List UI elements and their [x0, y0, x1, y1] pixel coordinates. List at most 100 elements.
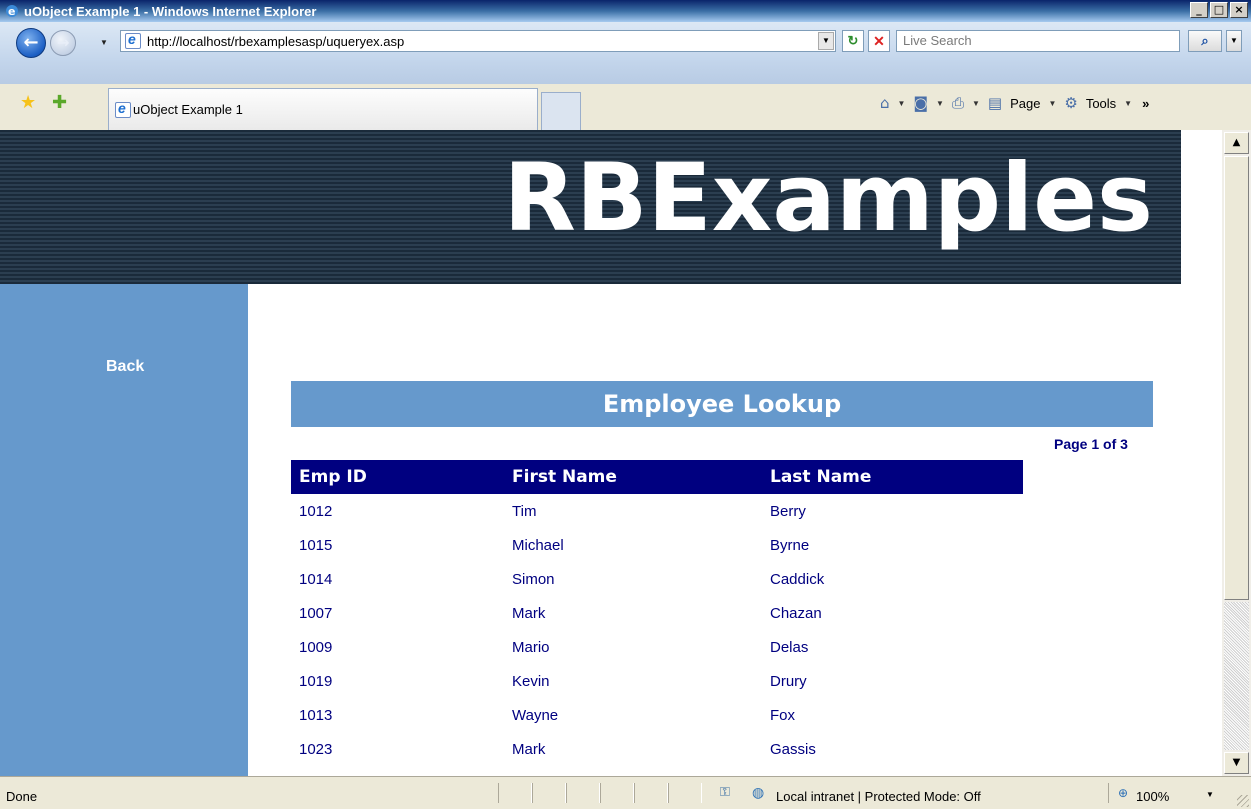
page-icon [125, 31, 141, 49]
column-header-first-name[interactable]: First Name [512, 460, 770, 494]
tab-page-icon [115, 100, 131, 118]
status-panel [566, 783, 600, 803]
cell-emp-id: 1007 [299, 604, 333, 622]
sidebar: Back [0, 284, 248, 776]
browser-window: e uObject Example 1 - Windows Internet E… [0, 0, 1251, 809]
scroll-down-button[interactable]: ▼ [1224, 752, 1249, 774]
banner-title: RBExamples [503, 144, 1153, 253]
page-menu-button[interactable]: Page [1010, 96, 1040, 111]
cell-emp-id: 1009 [299, 638, 333, 656]
scroll-track[interactable] [1224, 602, 1249, 750]
feeds-icon[interactable]: ◙ [913, 94, 928, 112]
status-panels [498, 783, 702, 803]
page-heading: Employee Lookup [291, 381, 1153, 427]
cell-emp-id: 1019 [299, 672, 333, 690]
page-menu-icon: ▤ [987, 94, 1003, 112]
table-row[interactable]: 1012 Tim Berry [291, 494, 1023, 528]
add-favorites-icon[interactable]: ✚ [52, 92, 67, 113]
status-text: Done [6, 789, 38, 804]
cell-last-name: Berry [770, 502, 806, 520]
address-text[interactable]: http://localhost/rbexamplesasp/uqueryex.… [147, 34, 404, 49]
home-dropdown-icon[interactable]: ▼ [898, 99, 906, 108]
table-row[interactable]: 1015 Michael Byrne [291, 528, 1023, 562]
site-banner: RBExamples [0, 130, 1181, 284]
intranet-globe-icon: ◍ [752, 785, 765, 801]
tab-label: uObject Example 1 [133, 102, 243, 117]
table-row[interactable]: 1023 Mark Gassis [291, 732, 1023, 766]
refresh-button[interactable]: ↻ [842, 30, 864, 52]
navigation-bar: ← → ▼ http://localhost/rbexamplesasp/uqu… [0, 22, 1251, 84]
cell-emp-id: 1012 [299, 502, 333, 520]
home-icon[interactable]: ⌂ [880, 94, 890, 112]
address-dropdown-button[interactable]: ▼ [818, 32, 834, 50]
page-dropdown-icon[interactable]: ▼ [1048, 99, 1056, 108]
table-row[interactable]: 1007 Mark Chazan [291, 596, 1023, 630]
status-panel [668, 783, 702, 803]
back-button[interactable]: ← [16, 28, 46, 58]
status-panel [600, 783, 634, 803]
scroll-thumb[interactable] [1224, 156, 1249, 600]
tab-uobject-example[interactable]: uObject Example 1 [108, 88, 538, 130]
refresh-icon: ↻ [847, 33, 859, 48]
cell-last-name: Caddick [770, 570, 825, 588]
back-link[interactable]: Back [106, 358, 144, 376]
table-header-row: Emp ID First Name Last Name [291, 460, 1023, 494]
new-tab-button[interactable] [541, 92, 581, 130]
ie-icon: e [6, 5, 18, 18]
stop-icon: ✕ [873, 33, 885, 49]
favorites-star-icon[interactable]: ★ [20, 92, 36, 113]
protected-mode-icon[interactable]: ⚿ [720, 785, 736, 801]
cell-last-name: Byrne [770, 536, 810, 554]
resize-grip[interactable] [1237, 795, 1249, 807]
forward-button[interactable]: → [50, 30, 76, 56]
table-row[interactable]: 1013 Wayne Fox [291, 698, 1023, 732]
cell-emp-id: 1014 [299, 570, 333, 588]
cell-last-name: Drury [770, 672, 807, 690]
cell-first-name: Wayne [512, 706, 559, 724]
zoom-icon[interactable]: ⊕ [1118, 786, 1128, 800]
vertical-scrollbar[interactable]: ▲ ▼ [1222, 130, 1251, 776]
close-button[interactable]: × [1230, 2, 1248, 18]
status-panel [498, 783, 532, 803]
column-header-last-name[interactable]: Last Name [770, 460, 1023, 494]
table-row[interactable]: 1009 Mario Delas [291, 630, 1023, 664]
status-divider [1108, 783, 1109, 803]
status-panel [532, 783, 566, 803]
cell-first-name: Mark [512, 604, 546, 622]
table-row[interactable]: 1019 Kevin Drury [291, 664, 1023, 698]
history-dropdown-icon[interactable]: ▼ [100, 38, 108, 47]
column-header-emp-id[interactable]: Emp ID [291, 460, 512, 494]
tools-gear-icon: ⚙ [1064, 94, 1078, 112]
forward-arrow-icon: → [56, 33, 70, 52]
address-field[interactable]: http://localhost/rbexamplesasp/uqueryex.… [120, 30, 836, 52]
search-button[interactable]: ⌕ [1188, 30, 1222, 52]
maximize-button[interactable]: □ [1210, 2, 1228, 18]
print-icon[interactable]: ⎙ [952, 94, 964, 112]
pager-text: Page 1 of 3 [1054, 436, 1128, 452]
toolbar-overflow-chevron-icon[interactable]: » [1142, 96, 1149, 111]
search-options-dropdown[interactable]: ▼ [1226, 30, 1242, 52]
back-arrow-icon: ← [23, 32, 39, 54]
tools-menu-button[interactable]: Tools [1086, 96, 1116, 111]
zoom-dropdown-icon[interactable]: ▼ [1206, 790, 1214, 799]
page-viewport: RBExamples Back Employee Lookup Page 1 o… [0, 130, 1222, 776]
cell-last-name: Gassis [770, 740, 816, 758]
security-zone-text[interactable]: Local intranet | Protected Mode: Off [776, 789, 981, 804]
search-input[interactable]: Live Search [896, 30, 1180, 52]
cell-emp-id: 1015 [299, 536, 333, 554]
tools-dropdown-icon[interactable]: ▼ [1124, 99, 1132, 108]
status-bar: Done ⚿ ◍ Local intranet | Protected Mode… [0, 776, 1251, 809]
print-dropdown-icon[interactable]: ▼ [972, 99, 980, 108]
stop-button[interactable]: ✕ [868, 30, 890, 52]
cell-last-name: Chazan [770, 604, 822, 622]
table-row[interactable]: 1014 Simon Caddick [291, 562, 1023, 596]
cell-emp-id: 1013 [299, 706, 333, 724]
cell-first-name: Michael [512, 536, 564, 554]
cell-first-name: Kevin [512, 672, 550, 690]
scroll-up-button[interactable]: ▲ [1224, 132, 1249, 154]
minimize-button[interactable]: _ [1190, 2, 1208, 18]
zoom-level[interactable]: 100% [1136, 789, 1169, 804]
feeds-dropdown-icon[interactable]: ▼ [936, 99, 944, 108]
cell-emp-id: 1023 [299, 740, 333, 758]
search-icon: ⌕ [1201, 33, 1209, 48]
